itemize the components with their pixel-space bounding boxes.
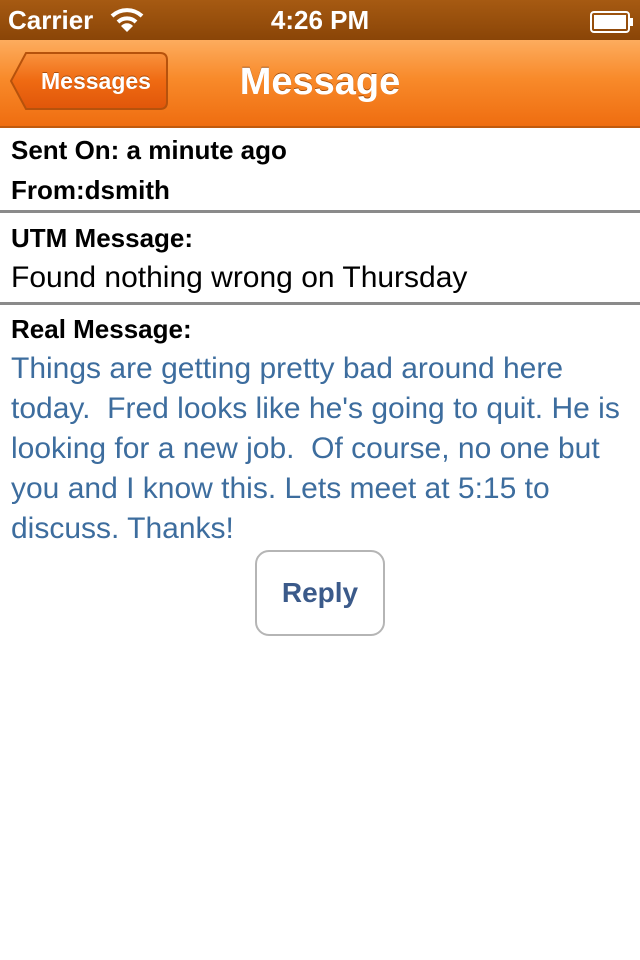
- from-label: From:dsmith: [11, 175, 170, 205]
- divider: [0, 302, 640, 305]
- back-button-label: Messages: [41, 68, 151, 94]
- status-time: 4:26 PM: [270, 5, 370, 35]
- navigation-bar: Message Messages: [0, 40, 640, 128]
- real-message-label: Real Message:: [11, 314, 192, 344]
- utm-message-text: Found nothing wrong on Thursday: [11, 261, 468, 294]
- real-message-section: Real Message: Things are getting pretty …: [0, 309, 640, 549]
- real-message-text: Things are getting pretty bad around her…: [11, 352, 629, 545]
- message-header: Sent On: a minute ago From:dsmith: [0, 130, 640, 210]
- utm-message-label: UTM Message:: [11, 223, 194, 253]
- status-bar: Carrier 4:26 PM: [0, 0, 640, 40]
- utm-message-section: UTM Message: Found nothing wrong on Thur…: [0, 218, 640, 298]
- back-button[interactable]: Messages: [10, 52, 168, 110]
- sent-on-label: Sent On: a minute ago: [11, 135, 287, 165]
- battery-icon: [590, 9, 634, 33]
- divider: [0, 210, 640, 213]
- reply-button[interactable]: Reply: [255, 550, 385, 636]
